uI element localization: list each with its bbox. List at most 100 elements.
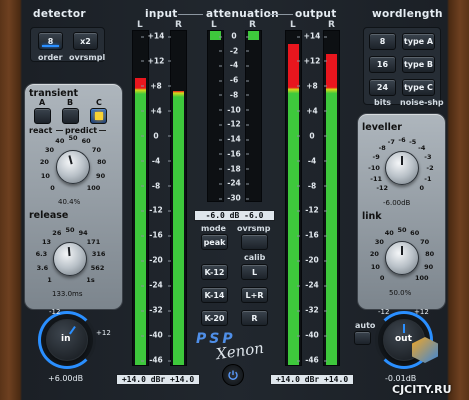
leveller-knob[interactable] — [385, 151, 419, 185]
react-label: react — [29, 126, 53, 135]
output-readout-left: +14.0 — [275, 375, 300, 384]
link-knob[interactable] — [385, 241, 419, 275]
k20-button[interactable]: K-20 — [201, 310, 228, 326]
transient-a-button[interactable] — [34, 108, 51, 124]
scale-tick: -16 — [141, 231, 171, 240]
input-meter-R-bar — [173, 91, 184, 365]
order-button[interactable]: 8 — [38, 32, 63, 50]
atten-meter-R-bar — [248, 31, 259, 40]
scale-tick: -12 — [297, 206, 327, 215]
wordlength-24-button[interactable]: 24 — [369, 79, 396, 96]
scale-tick: -30 — [219, 194, 249, 203]
wordlength-8-button[interactable]: 8 — [369, 33, 396, 50]
mode-label: mode — [201, 224, 226, 233]
scale-tick: +14 — [141, 32, 171, 41]
knob-scale-number: -2 — [426, 164, 434, 172]
scale-tick: -40 — [297, 331, 327, 340]
output-readout-unit: dBr — [304, 375, 320, 384]
transient-a-label: A — [39, 98, 46, 107]
scale-tick: -20 — [297, 256, 327, 265]
transient-knob[interactable] — [56, 150, 90, 184]
k14-button[interactable]: K-14 — [201, 287, 228, 303]
atten-R-label: R — [249, 20, 256, 30]
predict-rule-l — [56, 130, 63, 131]
ovrsmpl-label: ovrsmpl — [69, 53, 106, 62]
knob-scale-number: 90 — [424, 262, 434, 271]
scale-tick: -18 — [219, 164, 249, 173]
input-meter-R — [170, 30, 187, 366]
knob-scale-number: 0 — [419, 183, 425, 192]
knob-scale-number: 40 — [55, 137, 65, 146]
k12-button[interactable]: K-12 — [201, 264, 228, 280]
scale-tick: -12 — [141, 206, 171, 215]
power-button[interactable] — [222, 364, 244, 386]
knob-scale-number: 40 — [384, 229, 394, 238]
transient-c-button[interactable] — [90, 108, 107, 124]
in-knob-label: in — [61, 334, 71, 344]
knob-scale-number: -9 — [372, 153, 380, 162]
predict-rule-r — [99, 130, 106, 131]
plugin-window: detector input attenuation output wordle… — [0, 0, 469, 400]
peak-button[interactable]: peak — [201, 234, 228, 250]
out-knob-indicator — [403, 324, 405, 333]
transient-knob-indicator — [68, 155, 73, 165]
type-a-button[interactable]: type A — [402, 33, 435, 50]
out-knob-mark-max: +12 — [414, 308, 429, 316]
wordlength-16-button[interactable]: 16 — [369, 56, 396, 73]
ovrsmp-button[interactable] — [241, 234, 268, 250]
ovrsmpl-button[interactable]: x2 — [73, 32, 98, 50]
scale-tick: 0 — [219, 32, 249, 41]
type-b-button[interactable]: type B — [402, 56, 435, 73]
knob-scale-number: 1 — [47, 275, 52, 284]
scale-tick: +8 — [297, 81, 327, 90]
auto-button[interactable] — [354, 331, 371, 345]
knob-scale-number: -3 — [424, 153, 432, 162]
knob-scale-number: 80 — [97, 158, 107, 167]
knob-scale-number: -12 — [376, 183, 389, 192]
scale-tick: -4 — [141, 156, 171, 165]
input-scale: +14 +12 +8 +4 0 -4 -8 -12 -16 -20 -24 -32 -40 -46 — [141, 32, 171, 365]
knob-scale-number: 20 — [39, 158, 49, 167]
scale-tick: -8 — [297, 181, 327, 190]
scale-tick: -20 — [141, 256, 171, 265]
knob-scale-number: 50 — [65, 226, 75, 234]
scale-tick: -2 — [219, 46, 249, 55]
scale-tick: 0 — [141, 131, 171, 140]
scale-tick: -46 — [141, 356, 171, 365]
in-knob[interactable]: in — [46, 319, 88, 361]
lr-button[interactable]: L+R — [241, 287, 268, 303]
knob-scale-number: 30 — [45, 145, 55, 154]
knob-scale-number: 100 — [86, 183, 101, 192]
release-knob[interactable] — [53, 242, 87, 276]
transient-value: 40.4% — [58, 198, 81, 206]
leveller-knob-indicator — [401, 156, 403, 165]
input-readout-right: +14.0 — [170, 375, 195, 384]
r-button[interactable]: R — [241, 310, 268, 326]
transient-b-button[interactable] — [62, 108, 79, 124]
type-c-button[interactable]: type C — [402, 79, 435, 96]
knob-scale-number: 3.6 — [36, 263, 49, 272]
knob-scale-number: -4 — [418, 144, 426, 153]
output-readout: +14.0 dBr +14.0 — [270, 374, 354, 385]
power-icon — [228, 370, 238, 380]
knob-scale-number: 70 — [420, 237, 430, 246]
scale-tick: +14 — [297, 32, 327, 41]
knob-scale-number: 60 — [81, 137, 91, 146]
input-readout-unit: dBr — [150, 375, 166, 384]
noise-shp-label: noise-shp — [400, 98, 444, 107]
knob-scale-number: 30 — [374, 237, 384, 246]
input-L-label: L — [137, 20, 143, 30]
atten-readout-right: -6.0 — [244, 211, 264, 220]
scale-tick: -4 — [297, 156, 327, 165]
atten-scale: 0 -2 -4 -6 -8 -10 -12 -14 -16 -18 -24 -30 — [219, 32, 249, 203]
release-value: 133.0ms — [52, 290, 83, 298]
out-knob-value: -0.01dB — [385, 374, 417, 383]
title-rule-left — [178, 14, 203, 15]
title-rule-right — [268, 14, 293, 15]
release-knob-indicator — [67, 246, 71, 257]
knob-scale-number: 1s — [86, 275, 95, 284]
scale-tick: -16 — [219, 149, 249, 158]
knob-scale-number: 26 — [52, 229, 62, 238]
knob-scale-number: -5 — [409, 138, 417, 147]
l-button[interactable]: L — [241, 264, 268, 280]
